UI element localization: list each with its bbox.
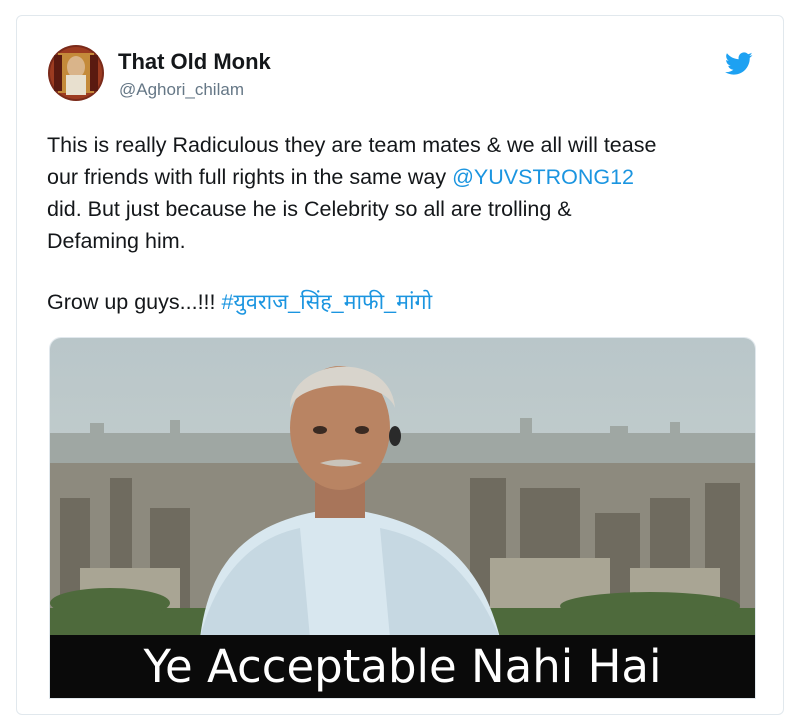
tweet-text-segment: Grow up guys...!!! xyxy=(47,290,222,314)
tweet-text-line: Grow up guys...!!! #युवराज_सिंह_माफी_मां… xyxy=(47,286,757,318)
user-handle[interactable]: @Aghori_chilam xyxy=(119,80,244,100)
tweet-text-line: Defaming him. xyxy=(47,229,186,253)
tweet-card: That Old Monk @Aghori_chilam This is rea… xyxy=(16,15,784,715)
avatar-image xyxy=(48,45,104,101)
tweet-text-segment: our friends with full rights in the same… xyxy=(47,165,453,189)
tweet-media-image[interactable]: Ye Acceptable Nahi Hai xyxy=(49,337,756,699)
twitter-bird-icon[interactable] xyxy=(725,52,753,76)
tweet-text: This is really Radiculous they are team … xyxy=(47,129,757,318)
hashtag-link[interactable]: #युवराज_सिंह_माफी_मांगो xyxy=(221,290,432,314)
meme-caption: Ye Acceptable Nahi Hai xyxy=(143,640,662,693)
mention-link[interactable]: @YUVSTRONG12 xyxy=(452,165,634,189)
caption-bar: Ye Acceptable Nahi Hai xyxy=(50,635,755,698)
tweet-text-line: our friends with full rights in the same… xyxy=(47,161,757,193)
display-name[interactable]: That Old Monk xyxy=(118,49,271,75)
tweet-text-line: This is really Radiculous they are team … xyxy=(47,133,657,157)
avatar[interactable] xyxy=(48,45,104,101)
tweet-text-line: did. But just because he is Celebrity so… xyxy=(47,197,572,221)
